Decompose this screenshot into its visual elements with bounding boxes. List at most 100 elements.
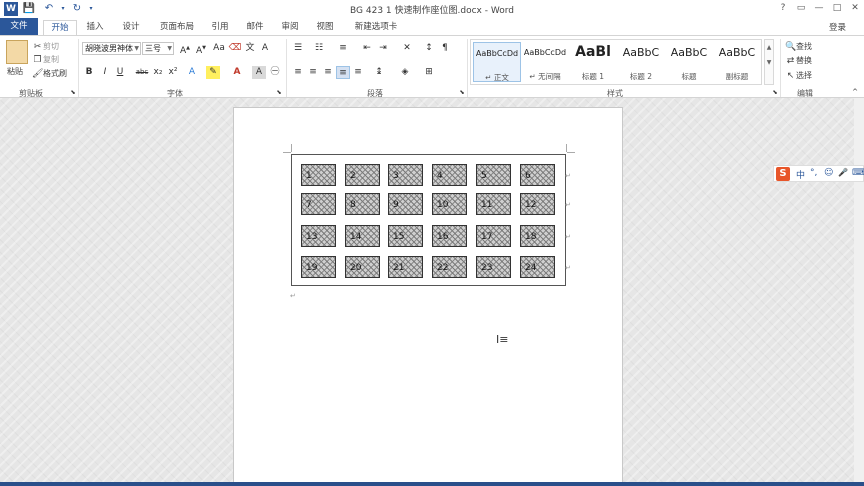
seat-cell[interactable]: 22 [432, 256, 467, 278]
seat-cell[interactable]: 23 [476, 256, 511, 278]
select-button[interactable]: ↖ 选择 [785, 70, 812, 82]
strikethrough-button[interactable]: abc [133, 66, 151, 79]
borders-icon[interactable]: ⊞ [422, 66, 436, 79]
shading-icon[interactable]: ◈ [398, 66, 412, 79]
tab-insert[interactable]: 插入 [80, 20, 110, 35]
maximize-button[interactable]: □ [828, 1, 846, 15]
char-shading-icon[interactable]: A [252, 66, 266, 79]
superscript-button[interactable]: x² [166, 66, 180, 79]
multilevel-list-icon[interactable]: ≡ [336, 42, 350, 55]
ime-voice-icon[interactable]: 🎤 [838, 168, 848, 177]
sogou-logo-icon[interactable]: S [776, 167, 790, 181]
seat-cell[interactable]: 7 [301, 193, 336, 215]
align-center-icon[interactable]: ≡ [306, 66, 320, 79]
cursor-arrow-icon: ↖ [786, 71, 795, 81]
seat-cell[interactable]: 3 [388, 164, 423, 186]
text-effects-icon[interactable]: A [185, 66, 199, 79]
tab-view[interactable]: 视图 [310, 20, 340, 35]
decrease-indent-icon[interactable]: ⇤ [360, 42, 374, 55]
styles-scroll[interactable]: ▲ ▼ [764, 39, 774, 85]
justify-icon[interactable]: ≡ [336, 66, 350, 79]
clear-format-icon[interactable]: ⌫ [228, 42, 242, 55]
seat-cell[interactable]: 21 [388, 256, 423, 278]
bold-button[interactable]: B [82, 66, 96, 79]
chinese-layout-icon[interactable]: ✕ [400, 42, 414, 55]
seat-cell[interactable]: 16 [432, 225, 467, 247]
sort-icon[interactable]: ↕ [422, 42, 436, 55]
change-case-icon[interactable]: Aa [212, 42, 226, 55]
phonetic-guide-icon[interactable]: 文 [243, 42, 257, 55]
seat-cell[interactable]: 20 [345, 256, 380, 278]
find-button[interactable]: 🔍查找 [785, 41, 812, 53]
underline-button[interactable]: U [113, 66, 127, 79]
seat-cell[interactable]: 4 [432, 164, 467, 186]
seat-cell[interactable]: 5 [476, 164, 511, 186]
highlight-icon[interactable]: ✎ [206, 66, 220, 79]
tab-file[interactable]: 文件 [0, 18, 38, 35]
ime-emoji-icon[interactable]: ☺ [824, 168, 833, 178]
seat-cell[interactable]: 8 [345, 193, 380, 215]
paste-icon[interactable] [6, 40, 28, 64]
seat-cell[interactable]: 1 [301, 164, 336, 186]
seat-cell[interactable]: 12 [520, 193, 555, 215]
distributed-icon[interactable]: ≡ [351, 66, 365, 79]
vertical-scrollbar[interactable] [854, 98, 864, 482]
shrink-font-icon[interactable]: A▼ [194, 42, 208, 56]
ime-punct-toggle[interactable]: °, [810, 168, 817, 178]
numbering-icon[interactable]: ☷ [312, 42, 326, 55]
paste-button[interactable]: 粘贴 [7, 66, 23, 77]
align-right-icon[interactable]: ≡ [321, 66, 335, 79]
style-heading-1[interactable]: AaBl 标题 1 [569, 42, 617, 82]
increase-indent-icon[interactable]: ⇥ [376, 42, 390, 55]
enclose-char-icon[interactable]: ㊀ [268, 66, 282, 79]
close-button[interactable]: ✕ [846, 1, 864, 15]
seat-cell[interactable]: 15 [388, 225, 423, 247]
line-spacing-icon[interactable]: ↨ [372, 66, 386, 79]
style-title[interactable]: AaBbC 标题 [665, 42, 713, 82]
font-color-icon[interactable]: A [230, 66, 244, 79]
seat-cell[interactable]: 13 [301, 225, 336, 247]
copy-button[interactable]: ❐复制 [32, 54, 59, 66]
bullets-icon[interactable]: ☰ [291, 42, 305, 55]
seat-cell[interactable]: 11 [476, 193, 511, 215]
seat-cell[interactable]: 18 [520, 225, 555, 247]
italic-button[interactable]: I [98, 66, 112, 79]
seat-cell[interactable]: 6 [520, 164, 555, 186]
style-subtitle[interactable]: AaBbC 副标题 [713, 42, 761, 82]
cut-button[interactable]: ✂ 剪切 [32, 41, 59, 53]
font-family-select[interactable]: 胡晓波男神体 ▼ [82, 42, 141, 55]
chevron-down-icon[interactable]: ▼ [767, 59, 772, 66]
login-link[interactable]: 登录 [829, 21, 846, 33]
tab-home[interactable]: 开始 [43, 20, 77, 35]
help-button[interactable]: ? [774, 1, 792, 15]
seat-cell[interactable]: 24 [520, 256, 555, 278]
ime-keyboard-icon[interactable]: ⌨ [852, 168, 864, 178]
tab-new[interactable]: 新建选项卡 [348, 20, 404, 35]
seat-cell[interactable]: 17 [476, 225, 511, 247]
ime-lang-toggle[interactable]: 中 [796, 168, 805, 181]
replace-button[interactable]: ⇄ 替换 [785, 55, 812, 67]
tab-design[interactable]: 设计 [114, 20, 148, 35]
align-left-icon[interactable]: ≡ [291, 66, 305, 79]
seat-cell[interactable]: 9 [388, 193, 423, 215]
char-border-icon[interactable]: A [258, 42, 272, 55]
subscript-button[interactable]: x₂ [151, 66, 165, 79]
format-painter-button[interactable]: 🖌格式刷 [32, 68, 67, 80]
tab-page-layout[interactable]: 页面布局 [153, 20, 201, 35]
seat-cell[interactable]: 19 [301, 256, 336, 278]
ribbon-display-button[interactable]: ▭ [792, 1, 810, 15]
seat-cell[interactable]: 14 [345, 225, 380, 247]
style-heading-2[interactable]: AaBbC 标题 2 [617, 42, 665, 82]
seat-cell[interactable]: 2 [345, 164, 380, 186]
seat-cell[interactable]: 10 [432, 193, 467, 215]
minimize-button[interactable]: — [810, 1, 828, 15]
style-normal[interactable]: AaBbCcDd ↵ 正文 [473, 42, 521, 82]
tab-mailings[interactable]: 邮件 [240, 20, 270, 35]
tab-review[interactable]: 审阅 [275, 20, 305, 35]
tab-references[interactable]: 引用 [205, 20, 235, 35]
show-marks-icon[interactable]: ¶ [438, 42, 452, 55]
grow-font-icon[interactable]: A▲ [178, 42, 192, 56]
font-size-select[interactable]: 三号 ▼ [142, 42, 174, 55]
style-no-spacing[interactable]: AaBbCcDd ↵ 无间隔 [521, 42, 569, 82]
chevron-up-icon[interactable]: ▲ [767, 44, 772, 51]
